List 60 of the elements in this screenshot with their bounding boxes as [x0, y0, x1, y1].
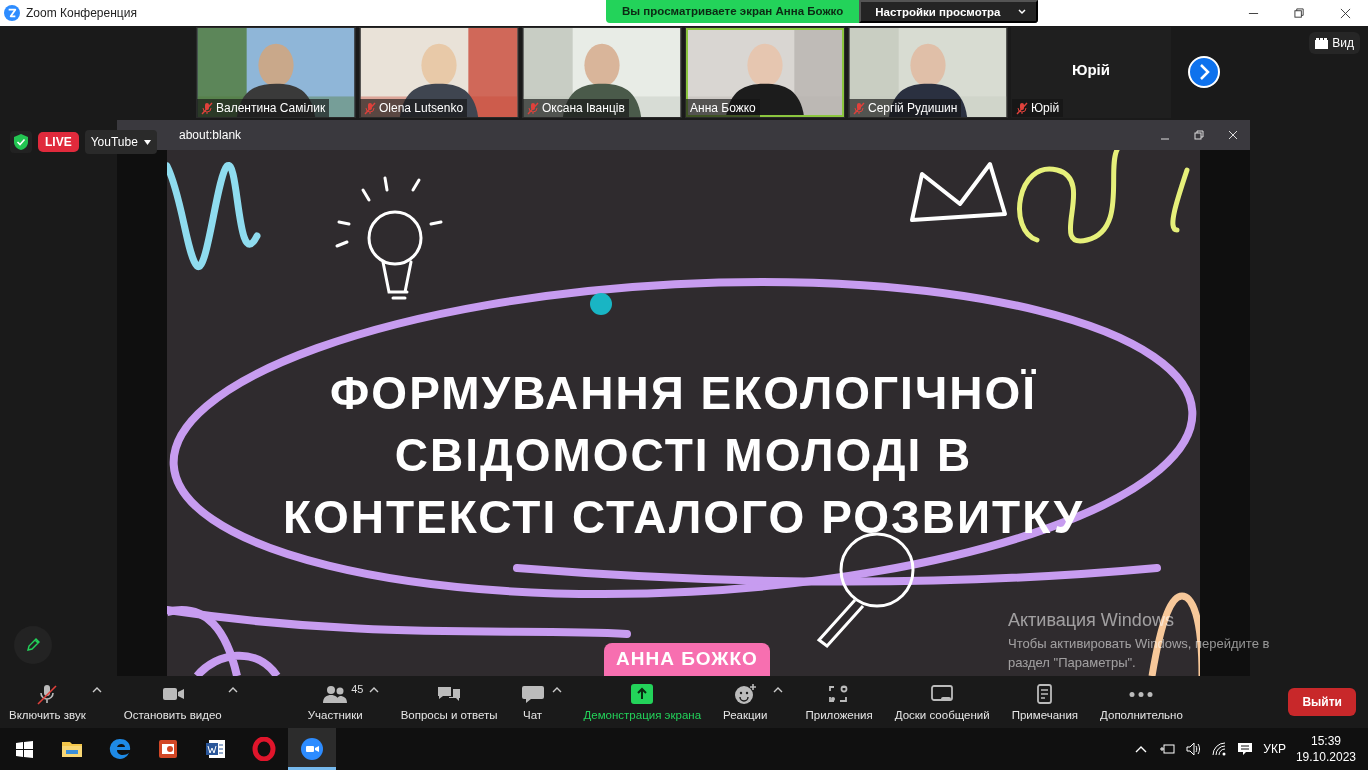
- power-plug-icon[interactable]: [1159, 741, 1176, 757]
- toolbar-button[interactable]: Вопросы и ответы: [395, 683, 503, 721]
- toolbar-button[interactable]: Включить звук: [4, 683, 91, 721]
- smiley-icon: [732, 683, 759, 705]
- more-icon: [1129, 692, 1154, 697]
- shared-window-title: about:blank: [179, 128, 242, 142]
- restore-icon[interactable]: [1194, 130, 1204, 140]
- clock-time[interactable]: 15:39: [1310, 733, 1341, 749]
- leave-button[interactable]: Выйти: [1288, 688, 1356, 716]
- slide-title-line: ФОРМУВАННЯ ЕКОЛОГІЧНОЇ: [330, 366, 1037, 421]
- browser-icon: [108, 737, 132, 761]
- toolbar-button[interactable]: Доски сообщений: [889, 683, 995, 721]
- name-label: Анна Божко: [686, 99, 760, 117]
- toolbar-button[interactable]: 45 Участники: [302, 683, 368, 721]
- name-label: Оксана Іванців: [523, 99, 629, 117]
- restore-icon[interactable]: [1293, 7, 1305, 19]
- grid-view-icon: [1315, 37, 1329, 49]
- window-title: Zoom Конференция: [26, 6, 137, 20]
- toolbar-button[interactable]: Примечания: [1006, 683, 1084, 721]
- next-page-button[interactable]: [1188, 56, 1220, 88]
- annotate-button[interactable]: [14, 626, 52, 664]
- name-label: Валентина Самілик: [197, 99, 330, 117]
- name-label: Юрій: [1012, 99, 1064, 117]
- slide-title-line: СВІДОМОСТІ МОЛОДІ В: [394, 428, 973, 483]
- toolbar-button[interactable]: Остановить видео: [118, 683, 227, 721]
- people-icon: [322, 683, 349, 705]
- dropdown-arrow-icon: [143, 139, 151, 145]
- text-document-icon: [204, 737, 228, 761]
- app-logo-icon: [4, 5, 20, 21]
- participant-name: Юрій: [1071, 61, 1111, 78]
- speaker-icon[interactable]: [1185, 741, 1202, 757]
- toolbar-button[interactable]: Приложения: [800, 683, 878, 721]
- start-icon[interactable]: [15, 740, 33, 758]
- presenter-name-tag: АННА БОЖКО: [604, 643, 770, 676]
- keyboard-language[interactable]: УКР: [1263, 742, 1286, 756]
- name-label: Olena Lutsenko: [360, 99, 468, 117]
- close-icon[interactable]: [1339, 7, 1351, 19]
- live-badge: LIVE: [38, 132, 79, 152]
- slides-document-icon: [156, 737, 180, 761]
- toolbar-button[interactable]: Демонстрация экрана: [578, 683, 707, 721]
- view-button[interactable]: Вид: [1309, 32, 1360, 54]
- ring-icon: [252, 737, 276, 761]
- name-label: Сергій Рудишин: [849, 99, 962, 117]
- pencil-icon: [25, 637, 41, 653]
- toolbar-button[interactable]: Дополнительно: [1095, 683, 1188, 721]
- caret-icon: [1018, 8, 1027, 15]
- notification-icon[interactable]: [1237, 741, 1254, 757]
- toolbar-button[interactable]: Чат: [514, 683, 551, 721]
- stream-platform-dropdown[interactable]: YouTube: [84, 130, 157, 154]
- view-options-button[interactable]: Настройки просмотра: [859, 0, 1039, 23]
- wifi-icon[interactable]: [1211, 741, 1228, 757]
- taskbar-button[interactable]: [288, 728, 336, 770]
- speech-bubble-icon: [519, 683, 546, 705]
- participant-count: 45: [351, 683, 364, 695]
- video-camera-icon: [300, 737, 324, 761]
- screen-share-notice: Вы просматриваете экран Анна Божко: [606, 0, 860, 23]
- security-shield-icon[interactable]: [10, 131, 32, 153]
- clock-date[interactable]: 19.10.2023: [1295, 749, 1356, 765]
- slide-title-line: КОНТЕКСТІ СТАЛОГО РОЗВИТКУ: [282, 490, 1085, 545]
- toolbar-button[interactable]: Реакции: [718, 683, 773, 721]
